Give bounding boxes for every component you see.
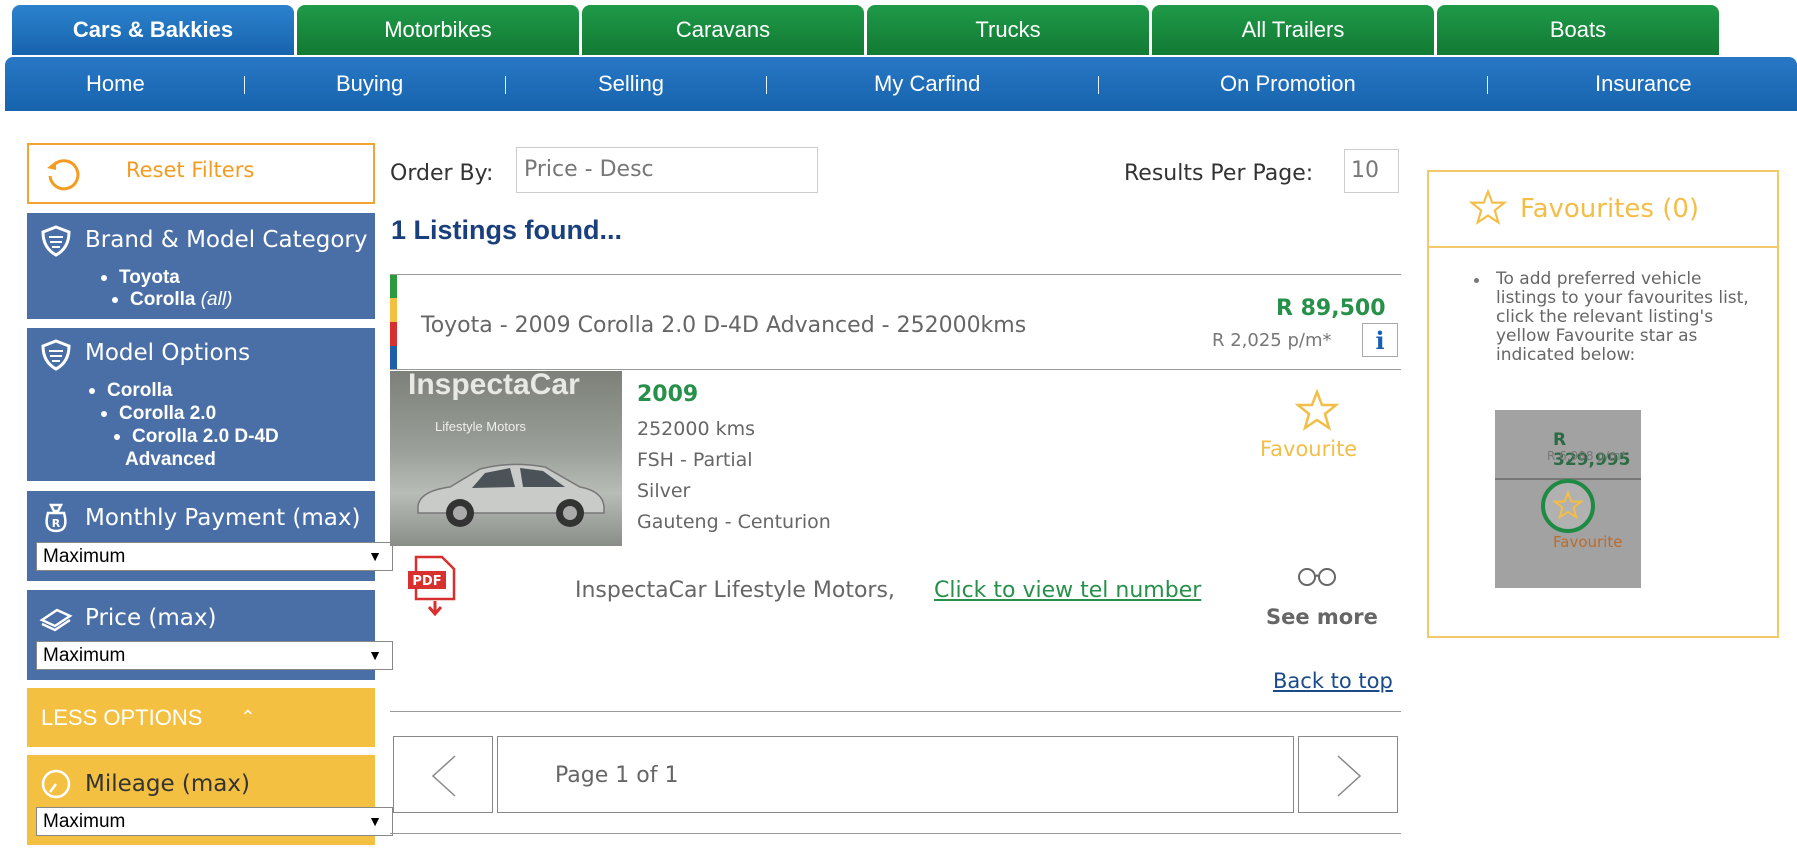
price-panel: Price (max) Maximum ▼: [27, 590, 393, 680]
model-options-panel: Model Options Corolla Corolla 2.0 Coroll…: [27, 328, 375, 481]
nav-buying[interactable]: Buying: [336, 57, 403, 111]
photo-brand-text: InspectaCar: [408, 371, 580, 401]
reset-icon: [47, 159, 80, 191]
nav-divider: [244, 76, 245, 94]
tab-caravans[interactable]: Caravans: [582, 5, 864, 55]
view-tel-link[interactable]: Click to view tel number: [934, 578, 1201, 603]
chevron-right-icon: [1337, 755, 1362, 797]
brand-item-toyota[interactable]: Toyota: [101, 266, 180, 289]
nav-home[interactable]: Home: [86, 57, 145, 111]
divider: [390, 711, 1401, 712]
favourites-box: Favourites (0) To add preferred vehicle …: [1427, 170, 1779, 638]
main-nav: Home Buying Selling My Carfind On Promot…: [5, 57, 1797, 111]
glasses-icon[interactable]: [1297, 565, 1337, 587]
listing-colour: Silver: [637, 480, 691, 502]
tab-motorbikes[interactable]: Motorbikes: [297, 5, 579, 55]
dropdown-arrow-icon: ▼: [368, 647, 382, 663]
chevron-left-icon: [431, 755, 456, 797]
category-tabs: Cars & Bakkies Motorbikes Caravans Truck…: [12, 5, 1762, 55]
monthly-payment-title: Monthly Payment (max): [85, 505, 361, 531]
demo-highlight-circle: [1541, 479, 1595, 533]
dropdown-arrow-icon: ▼: [368, 548, 382, 564]
mileage-select[interactable]: Maximum ▼: [36, 807, 393, 836]
shield-icon: [41, 339, 71, 371]
star-icon: [1553, 490, 1583, 520]
tab-all-trailers[interactable]: All Trailers: [1152, 5, 1434, 55]
divider: [390, 833, 1401, 834]
photo-sub-text: Lifestyle Motors: [435, 419, 527, 434]
monthly-payment-panel: R Monthly Payment (max) Maximum ▼: [27, 491, 393, 581]
listing-year: 2009: [637, 382, 699, 407]
tab-boats[interactable]: Boats: [1437, 5, 1719, 55]
chevron-up-icon: ⌃: [240, 707, 256, 727]
price-select[interactable]: Maximum ▼: [36, 641, 393, 670]
info-button[interactable]: i: [1362, 323, 1398, 357]
results-per-page-select[interactable]: 10: [1344, 149, 1399, 193]
reset-filters-button[interactable]: Reset Filters: [27, 143, 375, 204]
favourites-instructions: To add preferred vehicle listings to you…: [1474, 270, 1766, 365]
dealer-name: InspectaCar Lifestyle Motors,: [575, 578, 895, 603]
back-to-top-link[interactable]: Back to top: [1273, 669, 1393, 693]
previous-page-button[interactable]: [393, 736, 493, 813]
listings-found-heading: 1 Listings found...: [391, 215, 622, 245]
star-icon: [1469, 189, 1507, 225]
nav-divider: [1487, 76, 1488, 94]
reset-filters-label: Reset Filters: [126, 158, 255, 182]
nav-on-promotion[interactable]: On Promotion: [1220, 57, 1356, 111]
demo-per-month: R 6,988 p/m*: [1547, 449, 1627, 463]
price-title: Price (max): [85, 605, 217, 631]
svg-text:R: R: [52, 517, 61, 530]
shield-icon: [41, 225, 71, 257]
listing-price: R 89,500: [1276, 296, 1386, 321]
demo-favourite-label: Favourite: [1553, 533, 1623, 551]
pdf-icon[interactable]: PDF: [406, 553, 458, 619]
order-by-label: Order By:: [390, 161, 494, 186]
svg-text:PDF: PDF: [412, 574, 441, 589]
mileage-panel: Mileage (max) Maximum ▼: [27, 755, 393, 845]
listing-photo[interactable]: InspectaCar Lifestyle Motors: [390, 371, 622, 546]
favourite-button[interactable]: Favourite: [1260, 437, 1357, 461]
listing-title[interactable]: Toyota - 2009 Corolla 2.0 D-4D Advanced …: [421, 313, 1026, 338]
car-image: [417, 463, 605, 527]
mileage-title: Mileage (max): [85, 771, 250, 797]
favourites-title: Favourites (0): [1520, 194, 1700, 224]
brand-model-panel: Brand & Model Category Toyota Corolla (a…: [27, 213, 375, 319]
less-options-toggle[interactable]: LESS OPTIONS ⌃: [27, 688, 375, 747]
order-by-select[interactable]: Price - Desc: [516, 147, 818, 193]
star-icon[interactable]: [1295, 389, 1339, 431]
favourites-header: Favourites (0): [1429, 172, 1777, 248]
model-item-corolla[interactable]: Corolla (all): [112, 288, 232, 311]
nav-insurance[interactable]: Insurance: [1595, 57, 1692, 111]
model-option-corolla[interactable]: Corolla: [89, 379, 172, 402]
listing-service-history: FSH - Partial: [637, 449, 753, 471]
nav-divider: [505, 76, 506, 94]
divider: [390, 369, 1401, 370]
nav-divider: [766, 76, 767, 94]
next-page-button[interactable]: [1298, 736, 1398, 813]
see-more-link[interactable]: See more: [1266, 605, 1378, 629]
nav-my-carfind[interactable]: My Carfind: [874, 57, 980, 111]
listing-mileage: 252000 kms: [637, 418, 755, 440]
divider: [390, 274, 1401, 275]
speedometer-icon: [41, 769, 71, 799]
tab-trucks[interactable]: Trucks: [867, 5, 1149, 55]
dropdown-arrow-icon: ▼: [368, 813, 382, 829]
nav-selling[interactable]: Selling: [598, 57, 664, 111]
listing-per-month: R 2,025 p/m*: [1212, 330, 1332, 351]
favourites-demo-image: R 329,995 R 6,988 p/m* Favourite: [1495, 410, 1641, 588]
brand-model-title: Brand & Model Category: [85, 227, 368, 253]
cash-icon: [39, 608, 73, 632]
listing-location: Gauteng - Centurion: [637, 511, 831, 533]
model-option-d4d[interactable]: Corolla 2.0 D-4D: [114, 425, 279, 448]
monthly-payment-select[interactable]: Maximum ▼: [36, 542, 393, 571]
money-bag-icon: R: [45, 503, 67, 533]
model-options-title: Model Options: [85, 340, 251, 366]
nav-divider: [1098, 76, 1099, 94]
color-stripe: [390, 275, 397, 369]
model-option-advanced[interactable]: Advanced: [125, 448, 216, 471]
model-option-corolla-2-0[interactable]: Corolla 2.0: [101, 402, 216, 425]
pagination-status: Page 1 of 1: [497, 736, 1294, 813]
results-per-page-label: Results Per Page:: [1124, 161, 1314, 186]
tab-cars-bakkies[interactable]: Cars & Bakkies: [12, 5, 294, 55]
